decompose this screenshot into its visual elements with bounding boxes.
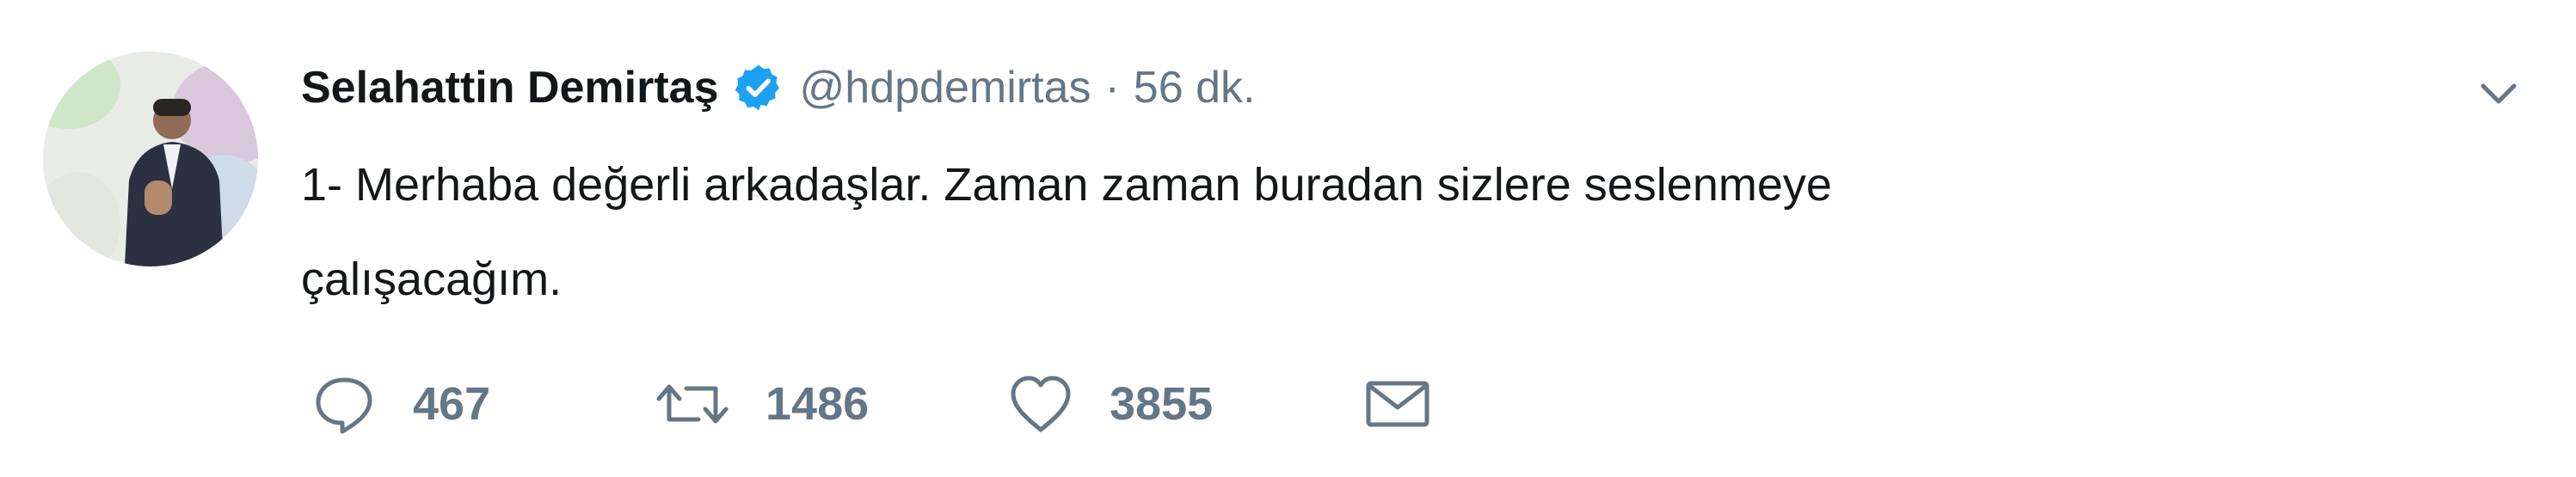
verified-badge-icon	[733, 62, 784, 113]
author-name[interactable]: Selahattin Demirtaş	[301, 62, 719, 113]
tweet-timestamp[interactable]: 56 dk.	[1134, 62, 1256, 113]
reply-button[interactable]: 467	[310, 365, 654, 443]
tweet-text-line-1: 1- Merhaba değerli arkadaşlar. Zaman zam…	[301, 159, 1832, 211]
heart-icon	[1011, 376, 1071, 432]
chevron-down-icon[interactable]	[2473, 67, 2524, 119]
like-button[interactable]: 3855	[1006, 365, 1363, 443]
author-handle[interactable]: @hdpdemirtas	[800, 62, 1091, 113]
tweet-text: 1- Merhaba değerli arkadaşlar. Zaman zam…	[301, 138, 2451, 327]
retweet-button[interactable]: 1486	[654, 365, 1006, 443]
avatar[interactable]	[43, 52, 258, 266]
like-count: 3855	[1110, 378, 1214, 430]
tweet-card[interactable]: Selahattin Demirtaş @hdpdemirtas · 56 dk…	[0, 0, 2576, 477]
tweet-header: Selahattin Demirtaş @hdpdemirtas · 56 dk…	[301, 53, 1255, 122]
separator-dot: ·	[1104, 63, 1120, 113]
direct-message-button[interactable]	[1363, 365, 1432, 443]
tweet-text-line-2: çalışacağım.	[301, 254, 563, 305]
reply-count: 467	[413, 378, 491, 430]
tweet-actions: 467 1486 3855	[310, 365, 1432, 443]
envelope-icon	[1366, 381, 1429, 427]
retweet-count: 1486	[765, 378, 870, 430]
avatar-photo	[43, 52, 258, 266]
retweet-icon	[656, 384, 729, 424]
reply-icon	[316, 377, 372, 434]
